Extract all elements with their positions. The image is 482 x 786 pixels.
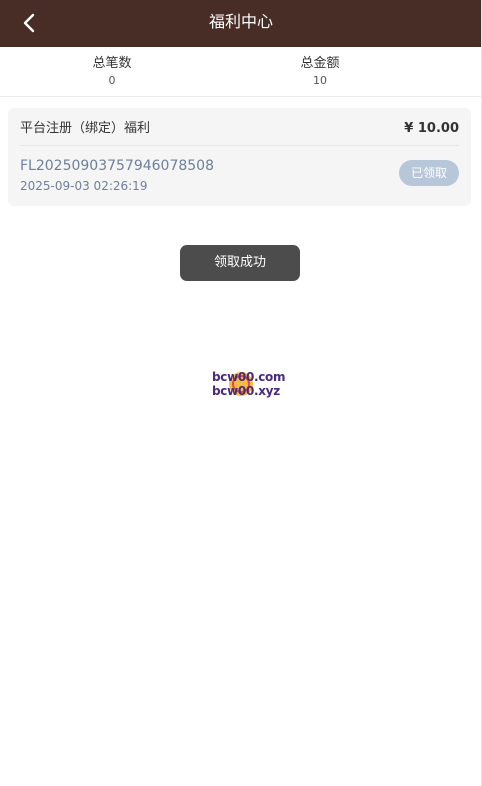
welfare-record-card: 平台注册（绑定）福利 ¥ 10.00 FL2025090375794607850… [8, 108, 471, 206]
card-divider [20, 145, 459, 146]
watermark: bcw00.com bcw00.xyz [212, 370, 286, 402]
header-bar: 福利中心 [0, 0, 482, 47]
total-amount-stat: 总金额 10 [250, 55, 390, 88]
success-toast: 领取成功 [180, 245, 300, 281]
total-count-label: 总笔数 [92, 56, 132, 71]
total-amount-value: 10 [313, 74, 327, 87]
summary-bar: 总笔数 0 总金额 10 [0, 47, 482, 97]
record-order-number: FL20250903757946078508 [20, 158, 214, 174]
record-title: 平台注册（绑定）福利 [20, 121, 151, 136]
claimed-status-button[interactable]: 已领取 [399, 160, 459, 186]
page-title: 福利中心 [208, 12, 273, 31]
total-count-stat: 总笔数 0 [42, 55, 182, 88]
watermark-line-2: bcw00.xyz [212, 384, 280, 398]
record-time: 2025-09-03 02:26:19 [20, 179, 148, 193]
total-count-value: 0 [108, 74, 116, 87]
total-amount-label: 总金额 [300, 56, 340, 71]
watermark-line-1: bcw00.com [212, 370, 286, 384]
welfare-center-page: 福利中心 总笔数 0 总金额 10 平台注册（绑定）福利 ¥ 10.00 FL2… [0, 0, 482, 786]
record-amount: ¥ 10.00 [404, 121, 459, 136]
